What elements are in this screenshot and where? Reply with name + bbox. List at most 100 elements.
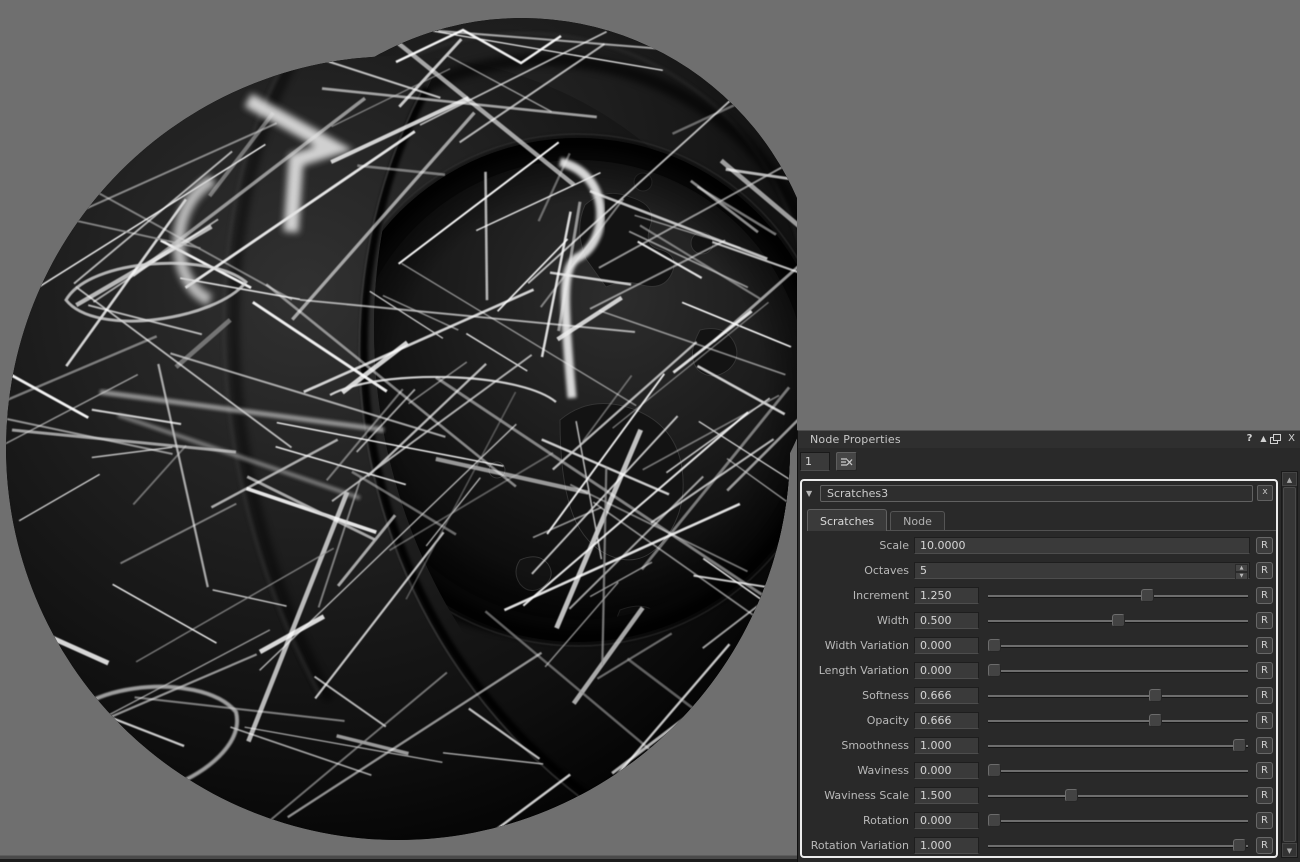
- param-row: Scale 10.0000 R: [802, 533, 1276, 558]
- param-row: Waviness 0.000 R: [802, 758, 1276, 783]
- slider-track[interactable]: [988, 595, 1248, 597]
- reset-button[interactable]: R: [1256, 712, 1273, 729]
- slider-track[interactable]: [988, 745, 1248, 747]
- tab-scratches[interactable]: Scratches: [807, 509, 888, 531]
- param-row: Increment 1.250 R: [802, 583, 1276, 608]
- slider-thumb[interactable]: [1148, 714, 1162, 727]
- param-slider[interactable]: [988, 789, 1248, 802]
- slider-thumb[interactable]: [1064, 789, 1078, 802]
- param-label: Scale: [879, 539, 909, 552]
- param-value-field[interactable]: 0.000: [914, 662, 979, 679]
- param-value-field[interactable]: 0.000: [914, 637, 979, 654]
- param-slider[interactable]: [988, 764, 1248, 777]
- reset-button[interactable]: R: [1256, 537, 1273, 554]
- tab-node[interactable]: Node: [890, 511, 945, 530]
- reset-button[interactable]: R: [1256, 762, 1273, 779]
- param-slider[interactable]: [988, 739, 1248, 752]
- slider-thumb[interactable]: [1141, 589, 1155, 602]
- slider-thumb[interactable]: [988, 664, 1001, 677]
- param-slider[interactable]: [988, 664, 1248, 677]
- param-slider[interactable]: [988, 689, 1248, 702]
- param-slider[interactable]: [988, 814, 1248, 827]
- collapse-arrow-icon[interactable]: ▼: [806, 489, 816, 498]
- reset-button[interactable]: R: [1256, 612, 1273, 629]
- pin-icon[interactable]: ▲: [1257, 432, 1270, 446]
- reset-button[interactable]: R: [1256, 837, 1273, 854]
- help-icon[interactable]: ?: [1243, 432, 1256, 446]
- titlebar-icons: ? ▲ X: [1243, 432, 1298, 446]
- param-label: Rotation Variation: [810, 839, 909, 852]
- slider-track[interactable]: [988, 670, 1248, 672]
- slider-track[interactable]: [988, 645, 1248, 647]
- param-value-field[interactable]: 0.000: [914, 762, 979, 779]
- reset-button[interactable]: R: [1256, 787, 1273, 804]
- restore-icon[interactable]: [1271, 432, 1284, 446]
- param-value-field[interactable]: 1.000: [914, 837, 979, 854]
- slider-track[interactable]: [988, 720, 1248, 722]
- param-value-field[interactable]: 1.250: [914, 587, 979, 604]
- param-slider[interactable]: [988, 589, 1248, 602]
- node-close-button[interactable]: x: [1257, 485, 1273, 501]
- slider-thumb[interactable]: [988, 814, 1001, 827]
- panel-title: Node Properties: [810, 433, 901, 446]
- slider-thumb[interactable]: [988, 639, 1001, 652]
- param-value-field[interactable]: 1.500: [914, 787, 979, 804]
- panel-scrollbar[interactable]: ▲ ▼: [1281, 471, 1298, 858]
- param-row: Waviness Scale 1.500 R: [802, 783, 1276, 808]
- remove-button[interactable]: [836, 452, 857, 471]
- param-row: Length Variation 0.000 R: [802, 658, 1276, 683]
- reset-button[interactable]: R: [1256, 587, 1273, 604]
- slider-thumb[interactable]: [1111, 614, 1125, 627]
- slider-track[interactable]: [988, 695, 1248, 697]
- slider-thumb[interactable]: [1232, 739, 1246, 752]
- slider-track[interactable]: [988, 845, 1248, 847]
- reset-button[interactable]: R: [1256, 812, 1273, 829]
- param-label: Width: [877, 614, 909, 627]
- close-icon[interactable]: X: [1285, 432, 1298, 446]
- param-label: Rotation: [862, 814, 909, 827]
- param-label: Waviness Scale: [824, 789, 909, 802]
- slider-thumb[interactable]: [1232, 839, 1246, 852]
- preview-viewport[interactable]: [0, 0, 797, 862]
- reset-button[interactable]: R: [1256, 662, 1273, 679]
- param-row: Rotation Variation 1.000 R: [802, 833, 1276, 856]
- stepper: ▲ ▼: [1235, 564, 1248, 580]
- param-row: Rotation 0.000 R: [802, 808, 1276, 833]
- reset-button[interactable]: R: [1256, 562, 1273, 579]
- slider-thumb[interactable]: [988, 764, 1001, 777]
- param-label: Octaves: [864, 564, 909, 577]
- scrollbar-down-icon[interactable]: ▼: [1282, 843, 1297, 857]
- reset-button[interactable]: R: [1256, 637, 1273, 654]
- param-label: Waviness: [857, 764, 909, 777]
- param-value-field[interactable]: 0.666: [914, 687, 979, 704]
- panel-toolbar: 1: [798, 448, 1300, 474]
- param-slider[interactable]: [988, 614, 1248, 627]
- node-name-field[interactable]: Scratches3: [820, 484, 1253, 502]
- panel-titlebar[interactable]: Node Properties ? ▲ X: [798, 431, 1300, 448]
- scrollbar-up-icon[interactable]: ▲: [1282, 472, 1297, 486]
- scrollbar-thumb[interactable]: [1283, 487, 1296, 842]
- slider-track[interactable]: [988, 795, 1248, 797]
- slider-track[interactable]: [988, 770, 1248, 772]
- param-value-field[interactable]: 5 ▲ ▼: [914, 562, 1250, 580]
- selection-index-field[interactable]: 1: [800, 452, 830, 471]
- reset-button[interactable]: R: [1256, 737, 1273, 754]
- reset-button[interactable]: R: [1256, 687, 1273, 704]
- preview-ball-svg: [0, 0, 797, 857]
- param-slider[interactable]: [988, 639, 1248, 652]
- param-slider[interactable]: [988, 714, 1248, 727]
- slider-thumb[interactable]: [1148, 689, 1162, 702]
- stepper-down-icon[interactable]: ▼: [1235, 572, 1248, 580]
- param-value-field[interactable]: 0.000: [914, 812, 979, 829]
- node-tabs: Scratches Node: [807, 509, 1276, 531]
- param-value-field[interactable]: 0.500: [914, 612, 979, 629]
- param-value-field[interactable]: 1.000: [914, 737, 979, 754]
- param-row: Width 0.500 R: [802, 608, 1276, 633]
- param-row: Width Variation 0.000 R: [802, 633, 1276, 658]
- param-label: Width Variation: [824, 639, 909, 652]
- stepper-up-icon[interactable]: ▲: [1235, 564, 1248, 572]
- param-value-field[interactable]: 0.666: [914, 712, 979, 729]
- slider-track[interactable]: [988, 820, 1248, 822]
- param-value-field[interactable]: 10.0000: [914, 537, 1250, 554]
- param-slider[interactable]: [988, 839, 1248, 852]
